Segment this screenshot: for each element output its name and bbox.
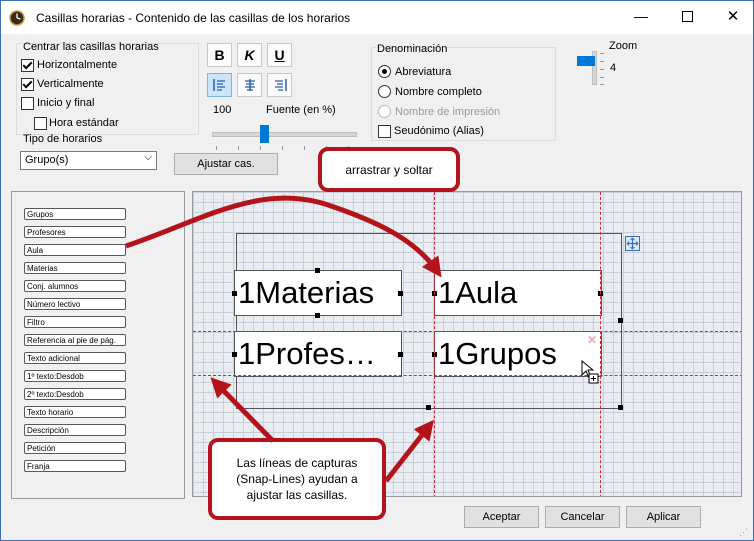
- underline-icon: U: [274, 47, 285, 63]
- abbreviation-radio[interactable]: [378, 65, 391, 78]
- zoom-label: Zoom: [609, 40, 638, 52]
- align-center-button[interactable]: [237, 73, 262, 97]
- standard-time-label: Hora estándar: [49, 117, 119, 129]
- field-item[interactable]: Filtro: [24, 316, 126, 328]
- apply-button[interactable]: Aplicar: [626, 506, 701, 528]
- maximize-icon: [681, 10, 693, 22]
- window-title: Casillas horarias - Contenido de las cas…: [36, 11, 351, 25]
- field-list-panel: Grupos Profesores Aula Materias Conj. alumno…: [11, 191, 185, 499]
- remove-cell-icon[interactable]: ✕: [587, 333, 597, 347]
- field-item[interactable]: Descripción: [24, 424, 126, 436]
- field-item[interactable]: Conj. alumnos: [24, 280, 126, 292]
- horizontal-checkbox[interactable]: [21, 59, 34, 72]
- start-end-checkbox[interactable]: [21, 97, 34, 110]
- full-name-radio[interactable]: [378, 85, 391, 98]
- zoom-slider-thumb[interactable]: [577, 56, 595, 66]
- adjust-cells-button[interactable]: Ajustar cas.: [174, 153, 278, 175]
- dialog-window: Casillas horarias - Contenido de las cas…: [0, 0, 754, 541]
- font-size-value: 100: [213, 104, 232, 116]
- center-group-label: Centrar las casillas horarias: [23, 41, 159, 53]
- bold-icon: B: [214, 47, 225, 63]
- bold-button[interactable]: B: [207, 43, 232, 67]
- app-clock-icon: [9, 10, 25, 26]
- align-left-icon: [212, 79, 225, 91]
- font-size-slider-thumb[interactable]: [259, 125, 269, 143]
- resize-handle[interactable]: [315, 313, 320, 318]
- align-center-icon: [244, 79, 255, 91]
- denomination-label: Denominación: [377, 43, 448, 55]
- font-size-slider[interactable]: [212, 125, 357, 143]
- vertical-checkbox[interactable]: [21, 78, 34, 91]
- field-item[interactable]: 1º texto:Desdob: [24, 370, 126, 382]
- field-item[interactable]: Franja: [24, 460, 126, 472]
- cell-grupos[interactable]: 1Grupos: [434, 331, 602, 377]
- field-item[interactable]: 2º texto:Desdob: [24, 388, 126, 400]
- drag-drop-callout: arrastrar y soltar: [318, 147, 460, 192]
- cell-materias[interactable]: 1Materias: [234, 270, 402, 316]
- resize-handle[interactable]: [315, 268, 320, 273]
- resize-handle[interactable]: [398, 291, 403, 296]
- field-item[interactable]: Referencia al pie de pág.: [24, 334, 126, 346]
- vertical-label: Verticalmente: [37, 78, 104, 90]
- alias-checkbox[interactable]: [378, 125, 391, 138]
- underline-button[interactable]: U: [267, 43, 292, 67]
- field-item[interactable]: Texto adicional: [24, 352, 126, 364]
- snap-line-horizontal: [193, 331, 741, 332]
- full-name-label: Nombre completo: [395, 86, 482, 98]
- horizontal-label: Horizontalmente: [37, 59, 118, 71]
- field-item[interactable]: Grupos: [24, 208, 126, 220]
- field-item[interactable]: Profesores: [24, 226, 126, 238]
- alias-label: Seudónimo (Alias): [394, 125, 484, 137]
- zoom-slider-ticks: [600, 53, 604, 85]
- field-item[interactable]: Texto horario: [24, 406, 126, 418]
- maximize-button[interactable]: [667, 1, 707, 31]
- field-item[interactable]: Materias: [24, 262, 126, 274]
- standard-time-checkbox[interactable]: [34, 117, 47, 130]
- resize-handle[interactable]: [232, 291, 237, 296]
- snap-line-vertical: [600, 192, 601, 496]
- cell-profesores[interactable]: 1Profes…: [234, 331, 402, 377]
- zoom-value: 4: [610, 62, 617, 74]
- cell-aula[interactable]: 1Aula: [434, 270, 602, 316]
- timetable-type-value: Grupo(s): [25, 154, 69, 166]
- chevron-down-icon: ⌵: [144, 152, 152, 163]
- align-left-button[interactable]: [207, 73, 232, 97]
- snap-lines-callout: Las líneas de capturas (Snap-Lines) ayud…: [208, 438, 386, 520]
- align-right-button[interactable]: [267, 73, 292, 97]
- print-name-label: Nombre de impresión: [395, 106, 501, 118]
- timetable-type-label: Tipo de horarios: [23, 133, 103, 145]
- title-bar: Casillas horarias - Contenido de las cas…: [1, 1, 753, 34]
- resize-handle[interactable]: [232, 352, 237, 357]
- accept-button[interactable]: Aceptar: [464, 506, 539, 528]
- resize-grip-icon[interactable]: ⋰: [739, 527, 748, 538]
- drag-cursor-icon: [581, 360, 599, 384]
- resize-handle[interactable]: [618, 405, 623, 410]
- snap-line-horizontal: [193, 375, 741, 376]
- cell-container-box[interactable]: [236, 233, 622, 409]
- start-end-label: Inicio y final: [37, 97, 95, 109]
- timetable-type-select[interactable]: Grupo(s) ⌵: [20, 151, 157, 170]
- snap-line-vertical: [434, 192, 435, 496]
- font-size-label: Fuente (en %): [266, 104, 336, 116]
- field-item[interactable]: Aula: [24, 244, 126, 256]
- align-right-icon: [274, 79, 287, 91]
- resize-handle[interactable]: [426, 405, 431, 410]
- minimize-button[interactable]: —: [621, 1, 661, 31]
- italic-icon: K: [244, 47, 255, 63]
- cancel-button[interactable]: Cancelar: [545, 506, 620, 528]
- resize-handle[interactable]: [618, 318, 623, 323]
- field-item[interactable]: Número lectivo: [24, 298, 126, 310]
- print-name-radio: [378, 105, 391, 118]
- abbreviation-label: Abreviatura: [395, 66, 452, 78]
- resize-handle[interactable]: [398, 352, 403, 357]
- minimize-icon: —: [634, 8, 648, 24]
- close-button[interactable]: ✕: [713, 1, 753, 31]
- field-item[interactable]: Petición: [24, 442, 126, 454]
- close-icon: ✕: [726, 8, 740, 25]
- move-container-icon[interactable]: [625, 236, 640, 251]
- italic-button[interactable]: K: [237, 43, 262, 67]
